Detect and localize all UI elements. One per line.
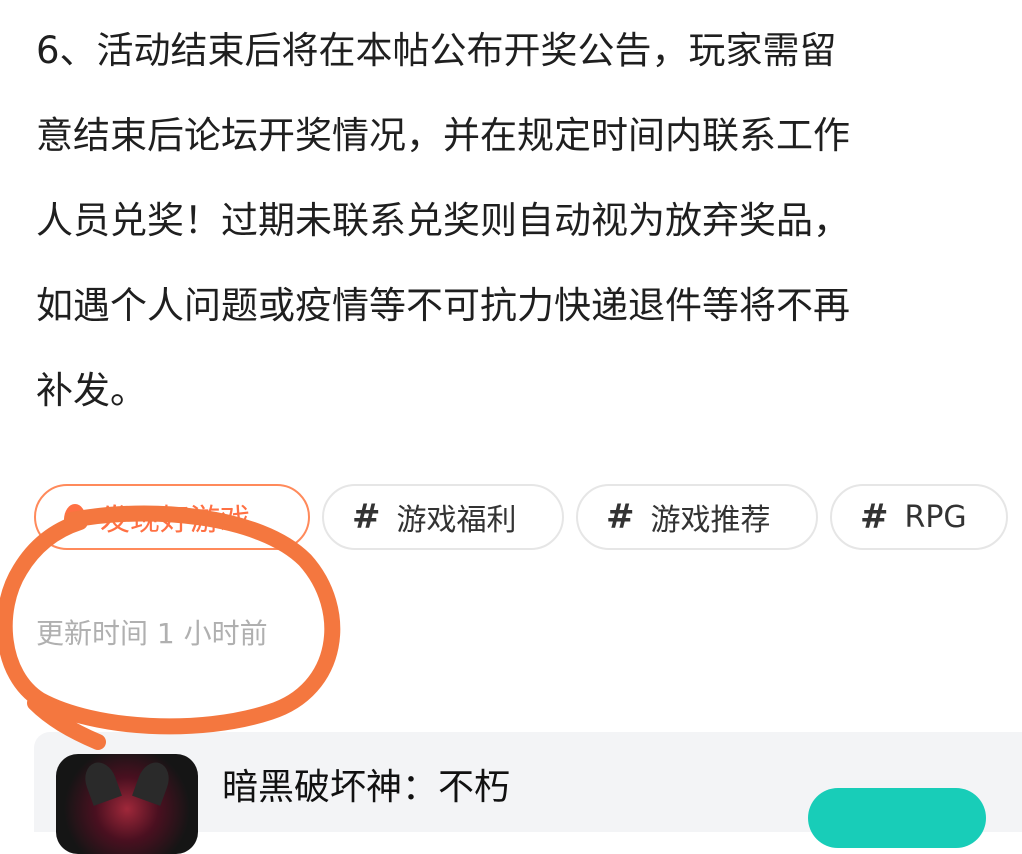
update-time: 更新时间 1 小时前 bbox=[36, 617, 268, 650]
hash-icon: # bbox=[352, 497, 381, 537]
post-content: 6、活动结束后将在本帖公布开奖公告，玩家需留 意结束后论坛开奖情况，并在规定时间… bbox=[36, 8, 1011, 433]
download-button[interactable] bbox=[808, 788, 986, 848]
tag-label: 发现好游戏 bbox=[100, 503, 250, 538]
tag-game-recommend[interactable]: # 游戏推荐 bbox=[576, 484, 818, 550]
tag-label: 游戏推荐 bbox=[650, 503, 771, 538]
post-line: 意结束后论坛开奖情况，并在规定时间内联系工作 bbox=[36, 114, 850, 157]
hash-icon: # bbox=[860, 497, 889, 537]
game-card[interactable]: 暗黑破坏神：不朽 bbox=[34, 732, 1022, 854]
game-thumbnail[interactable] bbox=[56, 754, 198, 854]
post-line: 6、活动结束后将在本帖公布开奖公告，玩家需留 bbox=[36, 29, 837, 72]
game-title[interactable]: 暗黑破坏神：不朽 bbox=[222, 758, 510, 810]
post-line: 人员兑奖！过期未联系兑奖则自动视为放弃奖品， bbox=[36, 199, 850, 242]
tag-discover-good-games[interactable]: 发现好游戏 bbox=[34, 484, 310, 550]
tag-rpg[interactable]: # RPG bbox=[830, 484, 1008, 550]
demon-horn-left bbox=[80, 758, 122, 806]
flame-icon bbox=[64, 504, 86, 530]
hash-icon: # bbox=[606, 497, 635, 537]
tag-game-welfare[interactable]: # 游戏福利 bbox=[322, 484, 564, 550]
demon-horn-right bbox=[132, 758, 174, 806]
post-line: 如遇个人问题或疫情等不可抗力快递退件等将不再 bbox=[36, 284, 850, 327]
tag-label: RPG bbox=[904, 499, 967, 535]
post-line: 补发。 bbox=[36, 369, 147, 412]
tag-label: 游戏福利 bbox=[396, 503, 517, 538]
